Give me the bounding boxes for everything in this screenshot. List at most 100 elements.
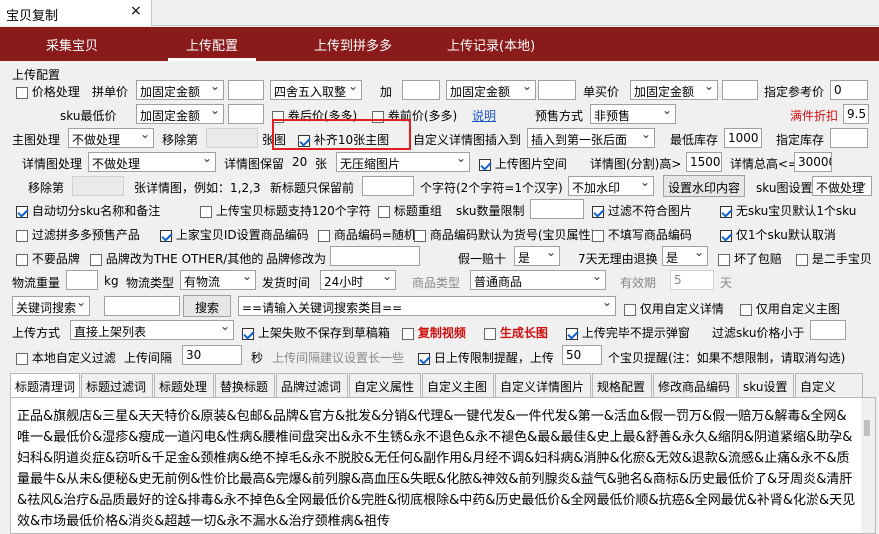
price-checkbox[interactable] bbox=[16, 86, 28, 99]
interval-tip: 上传间隔建议设置长一些 bbox=[272, 351, 405, 365]
interval-input[interactable]: 30 bbox=[182, 345, 242, 365]
tab-custom-sku[interactable]: 自定义SKU bbox=[795, 373, 863, 409]
sku-img-select[interactable]: 不做处理 bbox=[812, 176, 872, 196]
set-stock-input[interactable] bbox=[830, 128, 868, 148]
brand-modify-input[interactable] bbox=[330, 246, 420, 266]
daily-limit-input[interactable]: 50 bbox=[562, 345, 602, 365]
nav-upload-log[interactable]: 上传记录(本地) bbox=[447, 35, 535, 54]
tab-title-clean[interactable]: 标题清理词 bbox=[10, 373, 80, 398]
sku-limit-input[interactable] bbox=[530, 199, 584, 219]
auto-split-checkbox[interactable] bbox=[16, 205, 28, 218]
nav-upload-config[interactable]: 上传配置 bbox=[186, 35, 238, 54]
ref-price-input[interactable]: 0 bbox=[830, 80, 868, 100]
window-tab[interactable]: 宝贝复制 × bbox=[0, 0, 152, 26]
buy-price-input-a[interactable] bbox=[538, 80, 576, 100]
tab-title-replace[interactable]: 替换标题 bbox=[215, 373, 275, 397]
second-hand-checkbox[interactable] bbox=[796, 253, 808, 266]
copy-video-checkbox[interactable] bbox=[402, 327, 414, 340]
only-custom-detail-checkbox[interactable] bbox=[624, 303, 636, 316]
upload-space-checkbox[interactable] bbox=[479, 158, 491, 171]
category-select[interactable]: ==请输入关键词搜索类目== bbox=[238, 296, 616, 316]
single-price-input[interactable] bbox=[228, 80, 264, 100]
chars-label: 个字符(2个字符=1个汉字) bbox=[420, 181, 563, 195]
buy-price-select-a[interactable]: 加固定金额 bbox=[446, 80, 536, 100]
add-input[interactable] bbox=[402, 80, 440, 100]
fail-draft-checkbox[interactable] bbox=[242, 327, 254, 340]
sku-low-select[interactable]: 加固定金额 bbox=[136, 104, 224, 124]
filter-bad-checkbox[interactable] bbox=[592, 205, 604, 218]
remove-detail-input[interactable] bbox=[72, 176, 124, 196]
daily-limit-checkbox[interactable] bbox=[418, 352, 430, 365]
main-img-select[interactable]: 不做处理 bbox=[68, 128, 154, 148]
compress-select[interactable]: 无压缩图片 bbox=[336, 152, 470, 172]
tab-modify-code[interactable]: 修改商品编码 bbox=[653, 373, 737, 397]
code-default-checkbox[interactable] bbox=[414, 229, 426, 242]
detail-img-select[interactable]: 不做处理 bbox=[88, 152, 216, 172]
no-sku-img-checkbox[interactable] bbox=[720, 205, 732, 218]
min-stock-input[interactable]: 1000 bbox=[724, 128, 762, 148]
keep-value[interactable]: 20 bbox=[292, 155, 307, 169]
only1-sku-checkbox[interactable] bbox=[720, 229, 732, 242]
sku-low-input[interactable] bbox=[228, 104, 264, 124]
fake-pay-select[interactable]: 是 bbox=[514, 246, 560, 266]
no-brand-label: 不要品牌 bbox=[31, 252, 80, 266]
weight-input[interactable] bbox=[66, 270, 98, 290]
single-price-select[interactable]: 加固定金额 bbox=[136, 80, 224, 100]
gen-long-label: 生成长图 bbox=[499, 326, 548, 340]
nav-upload-pdd[interactable]: 上传到拼多多 bbox=[314, 35, 392, 54]
explain-link[interactable]: 说明 bbox=[472, 107, 496, 124]
filter-bad-label: 过滤不符合图片 bbox=[607, 204, 692, 218]
round-select[interactable]: 四舍五入取整 bbox=[270, 80, 362, 100]
tab-sku[interactable]: sku设置 bbox=[738, 373, 794, 397]
buy-price-select[interactable]: 加固定金额 bbox=[630, 80, 718, 100]
new-title-input[interactable] bbox=[362, 176, 414, 196]
keyword-select[interactable]: 关键词搜索 bbox=[12, 296, 90, 316]
main-img-label: 主图处理 bbox=[12, 133, 61, 147]
gen-long-checkbox[interactable] bbox=[484, 327, 496, 340]
total-height-input[interactable]: 30000 bbox=[794, 152, 832, 172]
filter-sku-input[interactable] bbox=[810, 320, 846, 340]
seven-days-label: 7天无理由退换 bbox=[578, 252, 658, 266]
keep-label: 详情图保留 bbox=[224, 157, 285, 171]
insert-select[interactable]: 插入到第一张后面 bbox=[527, 128, 655, 148]
nav-collect[interactable]: 采集宝贝 bbox=[46, 35, 98, 54]
ship-time-select[interactable]: 24小时 bbox=[320, 270, 396, 290]
keyword-input[interactable] bbox=[104, 296, 180, 316]
watermark-select[interactable]: 不加水印 bbox=[568, 176, 654, 196]
tab-title-process[interactable]: 标题处理 bbox=[154, 373, 214, 397]
no-popup-checkbox[interactable] bbox=[566, 327, 578, 340]
no-brand-checkbox[interactable] bbox=[16, 253, 28, 266]
watermark-button[interactable]: 设置水印内容 bbox=[663, 175, 745, 197]
split-height-input[interactable]: 1500 bbox=[686, 152, 722, 172]
close-icon[interactable]: × bbox=[130, 3, 142, 19]
valid-input[interactable]: 5 bbox=[670, 270, 714, 290]
tab-brand-filter[interactable]: 品牌过滤词 bbox=[276, 373, 348, 397]
seven-days-select[interactable]: 是 bbox=[662, 246, 708, 266]
tab-custom-detail[interactable]: 自定义详情图片 bbox=[495, 373, 591, 397]
buy-price-input[interactable] bbox=[722, 80, 758, 100]
scrollbar[interactable] bbox=[861, 398, 875, 533]
only-custom-main-checkbox[interactable] bbox=[740, 303, 752, 316]
discount-input[interactable]: 9.5 bbox=[843, 104, 869, 124]
retitle-checkbox[interactable] bbox=[378, 205, 390, 218]
tab-custom-main[interactable]: 自定义主图 bbox=[422, 373, 494, 397]
remove-nth-input[interactable] bbox=[206, 128, 258, 148]
goods-type-select[interactable]: 普通商品 bbox=[470, 270, 606, 290]
tab-title-filter[interactable]: 标题过滤词 bbox=[81, 373, 153, 397]
clean-words-textarea[interactable]: 正品&旗舰店&三星&天天特价&原装&包邮&品牌&官方&批发&分销&代理&一键代发… bbox=[10, 397, 876, 534]
broken-pay-checkbox[interactable] bbox=[718, 253, 730, 266]
shop-id-checkbox[interactable] bbox=[160, 229, 172, 242]
presale-select[interactable]: 非预售 bbox=[590, 104, 676, 124]
search-button[interactable]: 搜索 bbox=[183, 295, 231, 317]
upload-mode-select[interactable]: 直接上架列表 bbox=[70, 320, 234, 340]
title120-checkbox[interactable] bbox=[200, 205, 212, 218]
filter-pdd-checkbox[interactable] bbox=[16, 229, 28, 242]
logistics-select[interactable]: 有物流 bbox=[180, 270, 256, 290]
no-popup-label: 上传完毕不提示弹窗 bbox=[581, 326, 690, 340]
local-filter-checkbox[interactable] bbox=[16, 352, 28, 365]
tab-custom-attr[interactable]: 自定义属性 bbox=[349, 373, 421, 397]
code-random-checkbox[interactable] bbox=[318, 229, 330, 242]
tab-spec[interactable]: 规格配置 bbox=[592, 373, 652, 397]
brand-other-checkbox[interactable] bbox=[90, 253, 102, 266]
no-fill-code-checkbox[interactable] bbox=[592, 229, 604, 242]
